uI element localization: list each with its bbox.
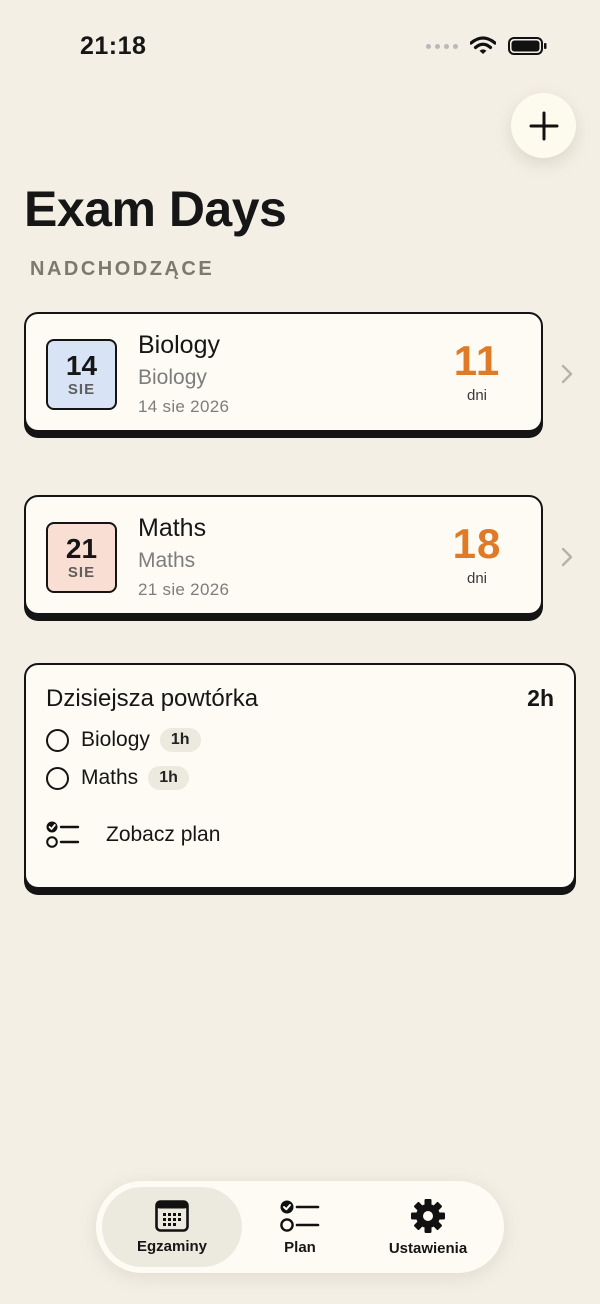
tab-exams[interactable]: Egzaminy (102, 1187, 242, 1267)
date-day: 21 (65, 532, 98, 564)
status-time: 21:18 (80, 32, 147, 60)
date-month: SIE (67, 563, 96, 581)
exam-title: Biology (138, 331, 220, 359)
exam-card-maths[interactable]: 21 SIE Maths Maths 21 sie 2026 18 dni (24, 495, 543, 615)
days-unit: dni (466, 387, 488, 404)
checklist-icon (280, 1200, 320, 1232)
exam-subject: Maths (138, 549, 196, 572)
days-remaining: 18 (452, 520, 502, 567)
gear-icon (411, 1198, 445, 1233)
status-icons (426, 36, 548, 56)
cellular-signal-icon (426, 43, 458, 49)
view-plan-label: Zobacz plan (106, 823, 221, 846)
chevron-right-icon[interactable] (560, 363, 574, 385)
task-label: Maths (81, 766, 139, 789)
review-task-maths[interactable]: Maths 1h (46, 766, 189, 790)
calendar-icon (155, 1199, 189, 1232)
date-tile: 21 SIE (46, 522, 117, 593)
exam-date: 14 sie 2026 (138, 397, 230, 416)
task-label: Biology (81, 728, 150, 751)
task-duration-badge: 1h (159, 728, 201, 752)
exam-title: Maths (138, 514, 207, 542)
review-title: Dzisiejsza powtórka (46, 685, 259, 712)
date-day: 14 (65, 349, 98, 381)
battery-icon (508, 37, 547, 55)
task-checkbox[interactable] (46, 766, 69, 790)
date-month: SIE (67, 380, 96, 398)
exam-subject: Biology (138, 366, 207, 389)
view-plan-link[interactable]: Zobacz plan (46, 820, 220, 850)
wifi-icon (470, 36, 496, 54)
tab-settings[interactable]: Ustawienia (368, 1187, 488, 1267)
plus-icon (529, 111, 558, 140)
days-remaining: 11 (453, 337, 501, 384)
task-checkbox[interactable] (46, 728, 69, 752)
tab-bar: Egzaminy Plan Ustawienia (96, 1181, 504, 1273)
review-task-biology[interactable]: Biology 1h (46, 728, 201, 752)
exam-days-screen: 21:18 Exam Days NADCHODZĄCE 14 SIE Biolo… (0, 0, 600, 1304)
tab-label: Egzaminy (136, 1237, 208, 1255)
section-label-upcoming: NADCHODZĄCE (30, 258, 215, 280)
task-duration-badge: 1h (148, 766, 189, 790)
days-unit: dni (466, 570, 488, 587)
page-title: Exam Days (24, 181, 287, 237)
add-exam-button[interactable] (511, 93, 576, 158)
tab-plan[interactable]: Plan (250, 1187, 350, 1267)
daily-review-card: Dzisiejsza powtórka 2h Biology 1h Maths … (24, 663, 576, 889)
checklist-icon (46, 821, 80, 848)
date-tile: 14 SIE (46, 339, 117, 410)
chevron-right-icon[interactable] (560, 546, 574, 568)
review-total-time: 2h (527, 685, 554, 711)
exam-card-biology[interactable]: 14 SIE Biology Biology 14 sie 2026 11 dn… (24, 312, 543, 432)
exam-date: 21 sie 2026 (138, 580, 230, 599)
tab-label: Ustawienia (388, 1239, 468, 1257)
tab-label: Plan (284, 1238, 316, 1256)
